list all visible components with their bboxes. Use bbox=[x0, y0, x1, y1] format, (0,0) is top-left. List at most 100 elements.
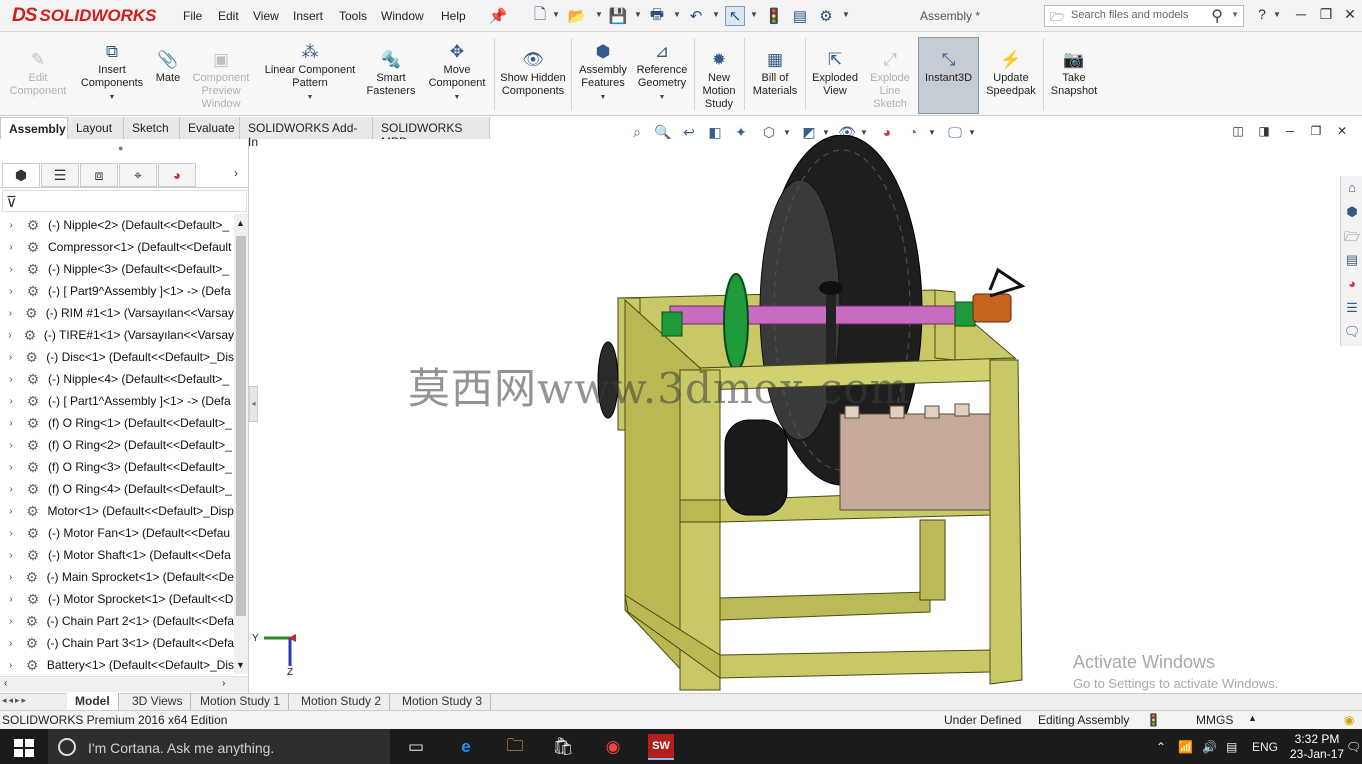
rebuild-icon[interactable]: 🚦 bbox=[764, 6, 784, 26]
property-manager-tab-icon[interactable]: ☰ bbox=[41, 163, 79, 187]
expand-arrow-icon[interactable]: › bbox=[0, 594, 22, 605]
notification-icon[interactable]: ◉ bbox=[1344, 713, 1354, 727]
expand-arrow-icon[interactable]: › bbox=[0, 550, 22, 561]
chevron-right-icon[interactable]: › bbox=[234, 166, 238, 180]
chevron-down-icon[interactable]: ▼ bbox=[659, 91, 666, 104]
menu-help[interactable]: Help bbox=[441, 9, 466, 23]
rebuild-status-icon[interactable]: 🚦 bbox=[1146, 713, 1161, 727]
tree-row[interactable]: › ⚙ (-) Nipple<4> (Default<<Default>_ bbox=[0, 368, 234, 390]
solidworks-logo[interactable]: DS SOLIDWORKS bbox=[12, 2, 157, 30]
mate-button[interactable]: 📎 Mate bbox=[150, 48, 186, 85]
tree-row[interactable]: › ⚙ (-) Chain Part 2<1> (Default<<Defa bbox=[0, 610, 234, 632]
menu-tools[interactable]: Tools bbox=[339, 9, 367, 23]
menu-edit[interactable]: Edit bbox=[218, 9, 239, 23]
expand-arrow-icon[interactable]: › bbox=[0, 484, 22, 495]
search-input[interactable]: 🗁 Search files and models ⚲ ▼ bbox=[1044, 5, 1244, 27]
tab-layout[interactable]: Layout bbox=[68, 117, 124, 139]
task-view-icon[interactable]: ▭ bbox=[403, 734, 429, 760]
tree-row[interactable]: › ⚙ (-) [ Part9^Assembly ]<1> -> (Defa bbox=[0, 280, 234, 302]
windows-start-icon[interactable] bbox=[14, 739, 34, 757]
chrome-icon[interactable]: ◉ bbox=[600, 734, 626, 760]
design-library-icon[interactable]: ⬢ bbox=[1343, 204, 1361, 224]
chevron-down-icon[interactable]: ▼ bbox=[673, 10, 681, 19]
display-manager-tab-icon[interactable]: ◕ bbox=[158, 163, 196, 187]
tree-row[interactable]: › ⚙ (-) Main Sprocket<1> (Default<<De bbox=[0, 566, 234, 588]
tree-row[interactable]: › ⚙ (-) Nipple<2> (Default<<Default>_ bbox=[0, 214, 234, 236]
store-icon[interactable]: 🛍 bbox=[550, 734, 576, 760]
save-icon[interactable]: 💾 bbox=[608, 6, 628, 26]
chevron-down-icon[interactable]: ▼ bbox=[842, 10, 850, 19]
tab-mbd[interactable]: SOLIDWORKS MBD bbox=[373, 117, 490, 149]
close-icon[interactable]: ✕ bbox=[1340, 6, 1360, 23]
expand-arrow-icon[interactable]: › bbox=[0, 374, 22, 385]
menu-file[interactable]: File bbox=[183, 9, 202, 23]
language-indicator[interactable]: ENG bbox=[1252, 740, 1278, 754]
view-palette-icon[interactable]: ▤ bbox=[1343, 252, 1361, 272]
action-center-icon[interactable]: ▤ bbox=[1226, 740, 1237, 754]
tree-row[interactable]: › ⚙ (f) O Ring<1> (Default<<Default>_ bbox=[0, 412, 234, 434]
expand-arrow-icon[interactable]: › bbox=[0, 264, 22, 275]
viewport-minimize-icon[interactable]: ─ bbox=[1280, 124, 1300, 138]
update-speedpak-button[interactable]: ⚡ Update Speedpak bbox=[982, 48, 1040, 98]
tree-row[interactable]: › ⚙ Motor<1> (Default<<Default>_Disp bbox=[0, 500, 234, 522]
chevron-down-icon[interactable]: ▼ bbox=[600, 91, 607, 104]
home-icon[interactable]: ⌂ bbox=[1343, 180, 1361, 200]
tab-addins[interactable]: SOLIDWORKS Add-Ins bbox=[240, 117, 373, 149]
tree-row[interactable]: › ⚙ (-) Motor Shaft<1> (Default<<Defa bbox=[0, 544, 234, 566]
clock[interactable]: 3:32 PM 23-Jan-17 bbox=[1290, 732, 1344, 762]
forum-icon[interactable]: 🗨 bbox=[1343, 324, 1361, 344]
panel-collapse-handle[interactable]: ◂ bbox=[249, 386, 258, 422]
chevron-down-icon[interactable]: ▼ bbox=[750, 10, 758, 19]
expand-arrow-icon[interactable]: › bbox=[0, 528, 22, 539]
feature-manager-tab-icon[interactable]: ⬢ bbox=[2, 163, 40, 187]
network-icon[interactable]: 📶 bbox=[1178, 740, 1193, 754]
tree-row[interactable]: › ⚙ (-) [ Part1^Assembly ]<1> -> (Defa bbox=[0, 390, 234, 412]
expand-arrow-icon[interactable]: › bbox=[0, 286, 22, 297]
viewport-next-icon[interactable]: ◨ bbox=[1254, 124, 1274, 138]
filter-icon[interactable]: ⊽ bbox=[6, 193, 17, 211]
expand-arrow-icon[interactable]: › bbox=[0, 352, 21, 363]
bill-of-materials-button[interactable]: ▦ Bill of Materials bbox=[747, 48, 803, 98]
viewport-restore-icon[interactable]: ❐ bbox=[1306, 124, 1326, 138]
tab-3d-views[interactable]: 3D Views bbox=[124, 693, 192, 710]
linear-pattern-button[interactable]: ⁂ Linear Component Pattern ▼ bbox=[258, 40, 362, 104]
tree-row[interactable]: › ⚙ (-) Chain Part 3<1> (Default<<Defa bbox=[0, 632, 234, 654]
chevron-down-icon[interactable]: ▼ bbox=[712, 10, 720, 19]
solidworks-taskbar-icon[interactable]: SW bbox=[648, 734, 674, 760]
appearances-icon[interactable]: ◕ bbox=[1343, 276, 1361, 296]
minimize-icon[interactable]: ─ bbox=[1291, 6, 1311, 22]
search-icon[interactable]: ⚲ bbox=[1211, 6, 1223, 26]
chevron-up-icon[interactable]: ⌃ bbox=[1156, 740, 1166, 754]
tab-evaluate[interactable]: Evaluate bbox=[180, 117, 240, 139]
viewport-close-icon[interactable]: ✕ bbox=[1332, 124, 1352, 138]
tab-scroll-arrows-icon[interactable]: ◂◂▸▸ bbox=[2, 695, 28, 706]
file-properties-icon[interactable]: ▤ bbox=[790, 6, 810, 26]
expand-arrow-icon[interactable]: › bbox=[0, 572, 21, 583]
print-icon[interactable]: 🖶 bbox=[647, 6, 667, 26]
expand-arrow-icon[interactable]: › bbox=[0, 242, 22, 253]
expand-arrow-icon[interactable]: › bbox=[0, 462, 22, 473]
new-document-icon[interactable]: 🗋 bbox=[530, 6, 550, 26]
help-icon[interactable]: ? bbox=[1252, 6, 1272, 22]
expand-arrow-icon[interactable]: › bbox=[0, 440, 22, 451]
tab-motion-study-1[interactable]: Motion Study 1 bbox=[192, 693, 290, 710]
edge-browser-icon[interactable]: e bbox=[453, 734, 479, 760]
viewport-prev-icon[interactable]: ◫ bbox=[1228, 124, 1248, 138]
tree-row[interactable]: › ⚙ (f) O Ring<4> (Default<<Default>_ bbox=[0, 478, 234, 500]
scroll-up-icon[interactable]: ▲ bbox=[236, 218, 245, 228]
tree-row[interactable]: › ⚙ (-) Motor Sprocket<1> (Default<<D bbox=[0, 588, 234, 610]
reference-geometry-button[interactable]: ⊿ Reference Geometry ▼ bbox=[632, 40, 692, 104]
exploded-view-button[interactable]: ⇱ Exploded View bbox=[808, 48, 862, 98]
chevron-down-icon[interactable]: ▼ bbox=[1231, 10, 1239, 19]
tab-motion-study-3[interactable]: Motion Study 3 bbox=[394, 693, 492, 710]
component-preview-button[interactable]: ▣ Component Preview Window bbox=[188, 48, 254, 111]
tab-assembly[interactable]: Assembly bbox=[0, 117, 68, 139]
pin-icon[interactable]: 📌 bbox=[488, 6, 508, 26]
scroll-down-icon[interactable]: ▼ bbox=[236, 660, 245, 670]
panel-grip-icon[interactable]: ● bbox=[118, 143, 123, 153]
new-motion-study-button[interactable]: ✹ New Motion Study bbox=[697, 48, 741, 111]
instant3d-button[interactable]: ⤡ Instant3D bbox=[920, 48, 977, 85]
tree-row[interactable]: › ⚙ (-) Disc<1> (Default<<Default>_Dis bbox=[0, 346, 234, 368]
chevron-down-icon[interactable]: ▼ bbox=[595, 10, 603, 19]
explode-line-sketch-button[interactable]: ⤢ Explode Line Sketch bbox=[864, 48, 916, 111]
